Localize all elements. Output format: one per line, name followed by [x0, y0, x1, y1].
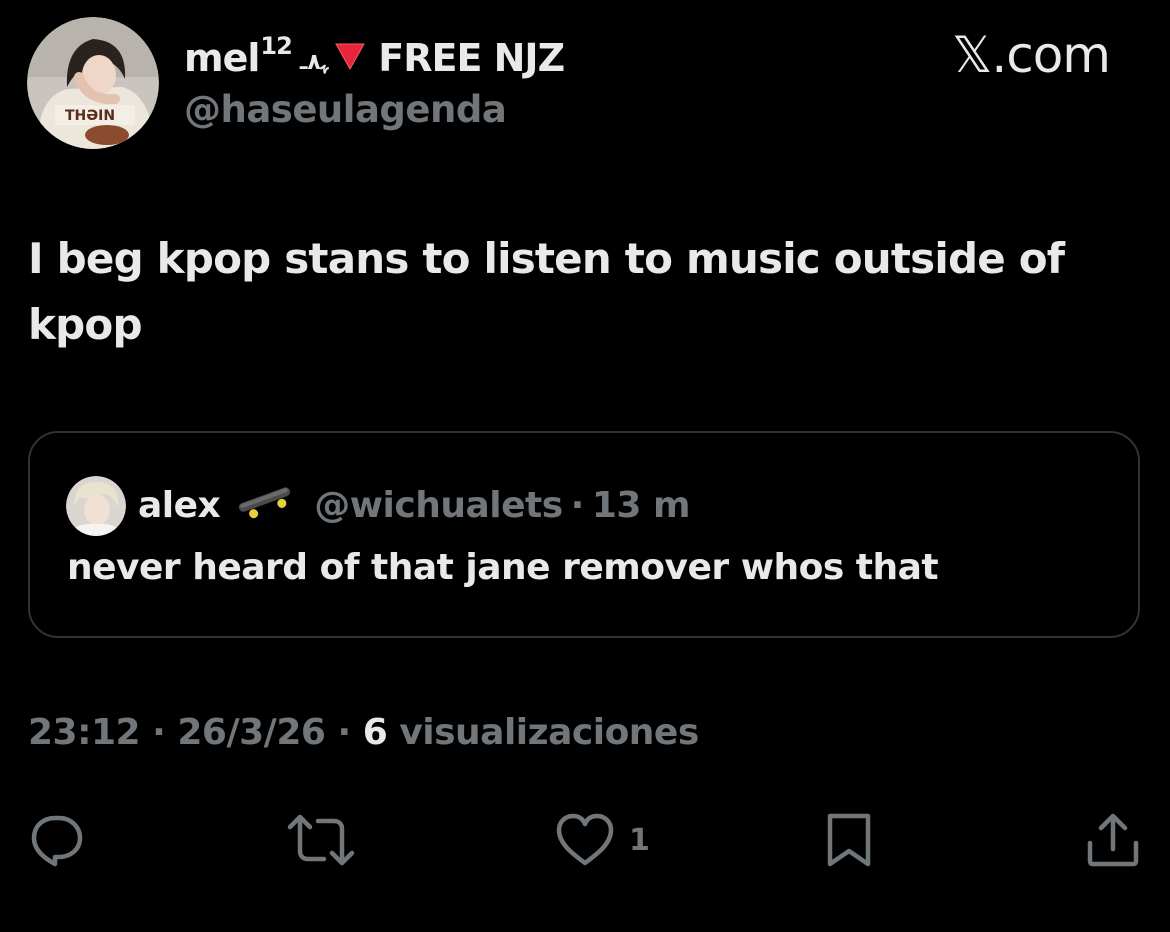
tweet-time[interactable]: 23:12: [28, 712, 141, 753]
tweet-meta: 23:12 · 26/3/26 · 6 visualizaciones: [28, 712, 699, 753]
quoted-author-avatar[interactable]: [66, 476, 126, 536]
reply-icon: [31, 815, 83, 867]
quoted-avatar-image: [66, 476, 126, 536]
like-count: 1: [629, 822, 650, 858]
author-handle[interactable]: @haseulagenda: [184, 88, 507, 131]
reply-button[interactable]: [28, 810, 86, 870]
author-name-superscript: 12: [260, 32, 292, 60]
quoted-tweet-header: alex @wichualets · 13 m: [138, 477, 691, 533]
quoted-tweet-card[interactable]: alex @wichualets · 13 m never heard of t…: [28, 431, 1140, 638]
author-display-name[interactable]: mel 12 ﮩ٨ـ FREE NJZ: [184, 30, 565, 86]
bookmark-button[interactable]: [824, 810, 874, 870]
author-name-decoration: ﮩ٨ـ: [299, 49, 329, 75]
quoted-tweet-text: never heard of that jane remover whos th…: [67, 547, 939, 588]
separator-dot: ·: [152, 712, 166, 753]
repost-icon: [287, 814, 355, 866]
bookmark-icon: [827, 813, 871, 867]
svg-text:THƏIN: THƏIN: [65, 108, 115, 124]
repost-button[interactable]: [286, 810, 356, 870]
tweet-text: I beg kpop stans to listen to music outs…: [28, 234, 1065, 349]
author-name-text: mel: [184, 36, 260, 80]
tweet-date[interactable]: 26/3/26: [177, 712, 326, 753]
author-name-tag: FREE NJZ: [378, 36, 565, 80]
share-button[interactable]: [1085, 810, 1141, 870]
separator-dot: ·: [570, 484, 585, 526]
author-avatar[interactable]: THƏIN: [27, 17, 159, 149]
x-logo-text: 𝕏.com: [952, 26, 1111, 84]
views-label[interactable]: visualizaciones: [399, 712, 699, 753]
share-icon: [1087, 813, 1139, 867]
quoted-author-handle[interactable]: @wichualets: [314, 485, 563, 526]
separator-dot: ·: [337, 712, 351, 753]
heart-icon: [556, 813, 614, 866]
views-count: 6: [362, 712, 388, 753]
author-avatar-image: THƏIN: [27, 17, 159, 149]
quoted-tweet-time[interactable]: 13 m: [592, 485, 691, 526]
like-button[interactable]: 1: [555, 810, 650, 870]
action-bar: 1: [0, 810, 1170, 870]
quoted-author-name[interactable]: alex: [138, 485, 221, 526]
skateboard-icon: [234, 481, 296, 530]
red-triangle-icon: [334, 36, 366, 80]
